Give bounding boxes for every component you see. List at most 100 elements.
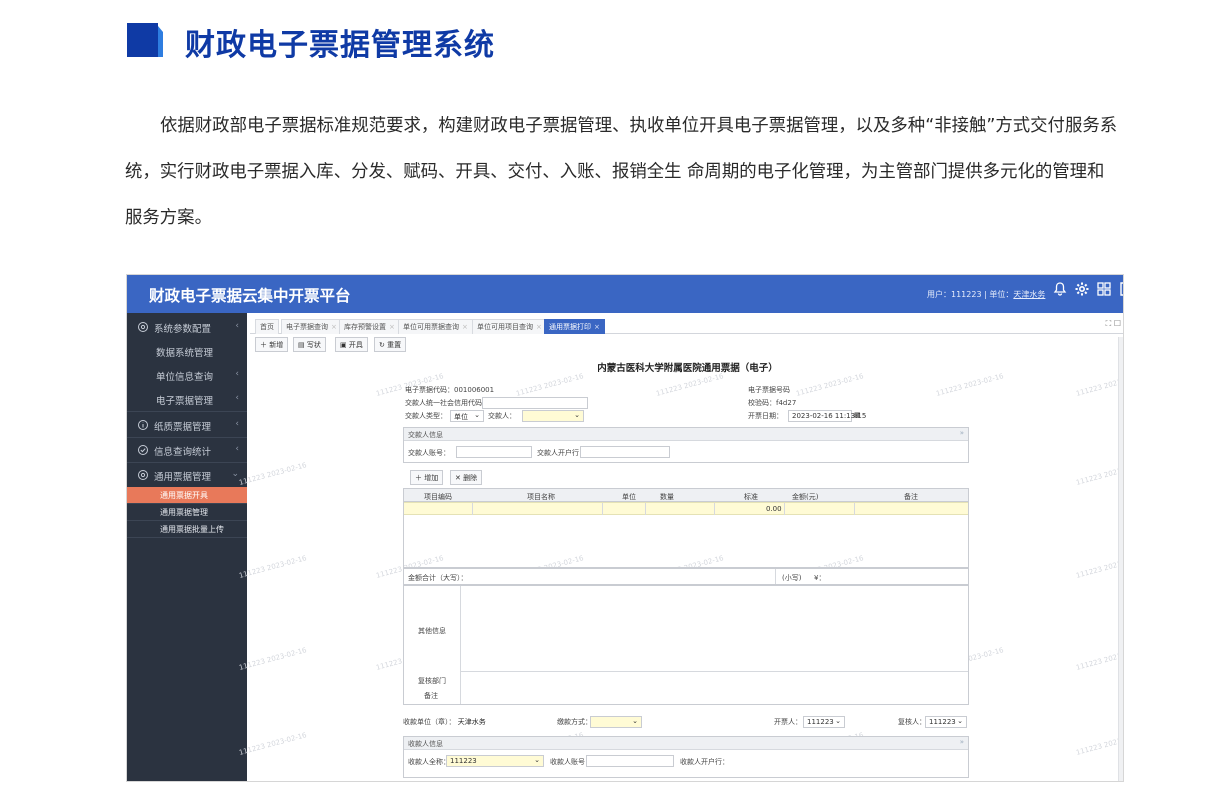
payer-info-panel: 交款人信息 » 交款人账号： 交款人开户行：	[403, 427, 969, 463]
invoice-code-label: 电子票据代码：001006001	[405, 386, 495, 394]
tab-unit-project-query[interactable]: 单位可用项目查询 ×	[472, 319, 547, 334]
unit-link[interactable]: 天津水务	[1013, 290, 1045, 299]
collapse-icon[interactable]: »	[960, 738, 964, 746]
small-value: ¥：	[814, 574, 826, 582]
tab-stock-warning[interactable]: 库存预警设置 ×	[339, 319, 400, 334]
watermark: 111223 2023-02-16	[1075, 554, 1124, 580]
chevron-icon: ‹	[235, 419, 239, 429]
payer-id-input[interactable]	[482, 397, 588, 409]
payee-name-select[interactable]: 111223 ⌄	[446, 755, 544, 767]
grid-icon[interactable]	[1096, 281, 1112, 297]
logout-icon[interactable]	[1118, 281, 1124, 297]
user-info: 用户：111223 | 单位：天津水务	[927, 290, 1046, 299]
reset-button[interactable]: ↻ 重置	[374, 337, 407, 352]
write-button[interactable]: ▤ 写状	[293, 337, 326, 352]
watermark: 111223 2023-02-16	[795, 372, 865, 398]
window-controls[interactable]: ⛶ ☐	[1106, 319, 1121, 329]
watermark: 111223 2023-02-16	[238, 554, 308, 580]
scrollbar[interactable]	[1118, 337, 1123, 781]
document-title: 财政电子票据管理系统	[185, 28, 495, 63]
sidebar-item-paper-invoice[interactable]: 纸质票据管理 ‹	[127, 413, 247, 437]
tab-general-print[interactable]: 通用票据打印 ×	[544, 319, 605, 334]
watermark: 111223 2023-02-16	[1075, 461, 1124, 487]
reviewer-label: 复核人：	[898, 718, 926, 726]
payee-account-input[interactable]	[586, 755, 674, 767]
watermark: 111223 2023-02-16	[1075, 646, 1124, 672]
app-screenshot: 财政电子票据云集中开票平台 用户：111223 | 单位：天津水务 系统参数配置…	[126, 274, 1124, 782]
payee-unit-label: 收款单位（章）： 天津水务	[403, 718, 486, 726]
gear-icon[interactable]	[1074, 281, 1090, 297]
other-info-label: 其他信息	[418, 627, 446, 635]
add-row-button[interactable]: ＋ 增加	[410, 470, 444, 485]
title-accent-icon	[127, 23, 163, 57]
bell-icon[interactable]	[1052, 281, 1068, 297]
payee-unit-value: 天津水务	[457, 718, 486, 726]
payee-info-panel: 收款人信息» 收款人全称： 111223 ⌄ 收款人账号： 收款人开户行：	[403, 736, 969, 778]
calendar-icon[interactable]: ▦	[854, 411, 861, 419]
payer-account-input[interactable]	[456, 446, 532, 458]
close-icon[interactable]: ×	[389, 323, 395, 331]
payer-bank-input[interactable]	[580, 446, 670, 458]
sidebar-subitem-issue[interactable]: 通用票据开具	[127, 487, 247, 503]
tab-home[interactable]: 首页	[255, 319, 279, 334]
issue-date-field[interactable]: 2023-02-16 11:13:15	[788, 410, 866, 422]
reviewer-select[interactable]: 111223 ⌄	[925, 716, 967, 728]
issue-button[interactable]: ▣ 开具	[335, 337, 368, 352]
document-paragraph: 依据财政部电子票据标准规范要求，构建财政电子票据管理、执收单位开具电子票据管理，…	[125, 116, 1118, 228]
check-code-value: f4d27	[776, 399, 797, 407]
form-title: 内蒙古医科大学附属医院通用票据（电子）	[597, 363, 778, 374]
chevron-icon: ‹	[235, 321, 239, 331]
chevron-down-icon: ⌄	[632, 717, 638, 725]
sidebar-item-unit-info[interactable]: 单位信息查询 ‹	[127, 363, 247, 387]
app-header: 财政电子票据云集中开票平台 用户：111223 | 单位：天津水务	[127, 275, 1124, 313]
user-label: 用户：	[927, 290, 951, 299]
watermark: 111223 2023-02-16	[1075, 731, 1124, 757]
payer-type-label: 交款人类型：	[405, 412, 447, 420]
sidebar-subitem-manage[interactable]: 通用票据管理	[127, 504, 247, 520]
other-info-panel: 其他信息 复核部门 备注	[403, 585, 969, 705]
payer-bank-label: 交款人开户行：	[537, 449, 586, 457]
chevron-down-icon: ⌄	[534, 756, 540, 764]
close-icon[interactable]: ×	[331, 323, 337, 331]
chevron-down-icon: ⌄	[231, 469, 239, 479]
add-button[interactable]: ＋ 新增	[255, 337, 289, 352]
total-row: 金额合计（大写）： (小写) ¥：	[403, 568, 969, 585]
sidebar-item-query-stats[interactable]: 信息查询统计 ‹	[127, 438, 247, 462]
sidebar-item-data-system[interactable]: 数据系统管理	[127, 339, 247, 363]
watermark: 111223 2023-02-16	[1075, 372, 1124, 398]
tab-unit-invoice-query[interactable]: 单位可用票据查询 ×	[398, 319, 473, 334]
payer-name-label: 交款人：	[488, 412, 516, 420]
close-icon[interactable]: ×	[462, 323, 468, 331]
pay-method-select[interactable]: ⌄	[590, 716, 642, 728]
tab-e-invoice-query[interactable]: 电子票据查询 ×	[281, 319, 342, 334]
sidebar-item-general-invoice[interactable]: 通用票据管理 ⌄	[127, 463, 247, 487]
user-value: 111223	[951, 290, 982, 299]
chevron-icon: ‹	[235, 444, 239, 454]
sidebar: 系统参数配置 ‹ 数据系统管理 单位信息查询 ‹ 电子票据管理 ‹ 纸质票据管理 ‹ 信…	[127, 313, 247, 781]
payer-account-label: 交款人账号：	[408, 449, 450, 457]
watermark: 111223 2023-02-16	[655, 372, 725, 398]
sidebar-item-e-invoice[interactable]: 电子票据管理 ‹	[127, 387, 247, 411]
payer-name-select[interactable]: ⌄	[522, 410, 584, 422]
invoice-number-label: 电子票据号码	[748, 386, 790, 394]
chevron-down-icon: ⌄	[835, 717, 841, 725]
sidebar-subitem-upload[interactable]: 通用票据批量上传	[127, 521, 247, 537]
payer-panel-title: 交款人信息	[408, 431, 443, 439]
org-label: 复核部门	[418, 677, 446, 685]
info-icon	[138, 420, 148, 430]
chevron-down-icon: ⌄	[474, 411, 480, 419]
payer-type-select[interactable]: 单位 ⌄	[450, 410, 484, 422]
issuer-select[interactable]: 111223 ⌄	[803, 716, 845, 728]
watermark: 111223 2023-02-16	[935, 372, 1005, 398]
app-title: 财政电子票据云集中开票平台	[149, 287, 351, 305]
sidebar-item-system-params[interactable]: 系统参数配置 ‹	[127, 315, 247, 339]
close-icon[interactable]: ×	[536, 323, 542, 331]
close-icon[interactable]: ×	[594, 323, 600, 331]
chevron-down-icon: ⌄	[574, 411, 580, 419]
invoice-form: 111223 2023-02-16 111223 2023-02-16 1112…	[238, 355, 1124, 781]
delete-row-button[interactable]: ✕ 删除	[450, 470, 483, 485]
collapse-icon[interactable]: »	[960, 429, 964, 437]
payer-id-label: 交款人统一社会信用代码：	[405, 399, 489, 407]
watermark: 111223 2023-02-16	[238, 646, 308, 672]
small-label: (小写)	[782, 574, 802, 582]
